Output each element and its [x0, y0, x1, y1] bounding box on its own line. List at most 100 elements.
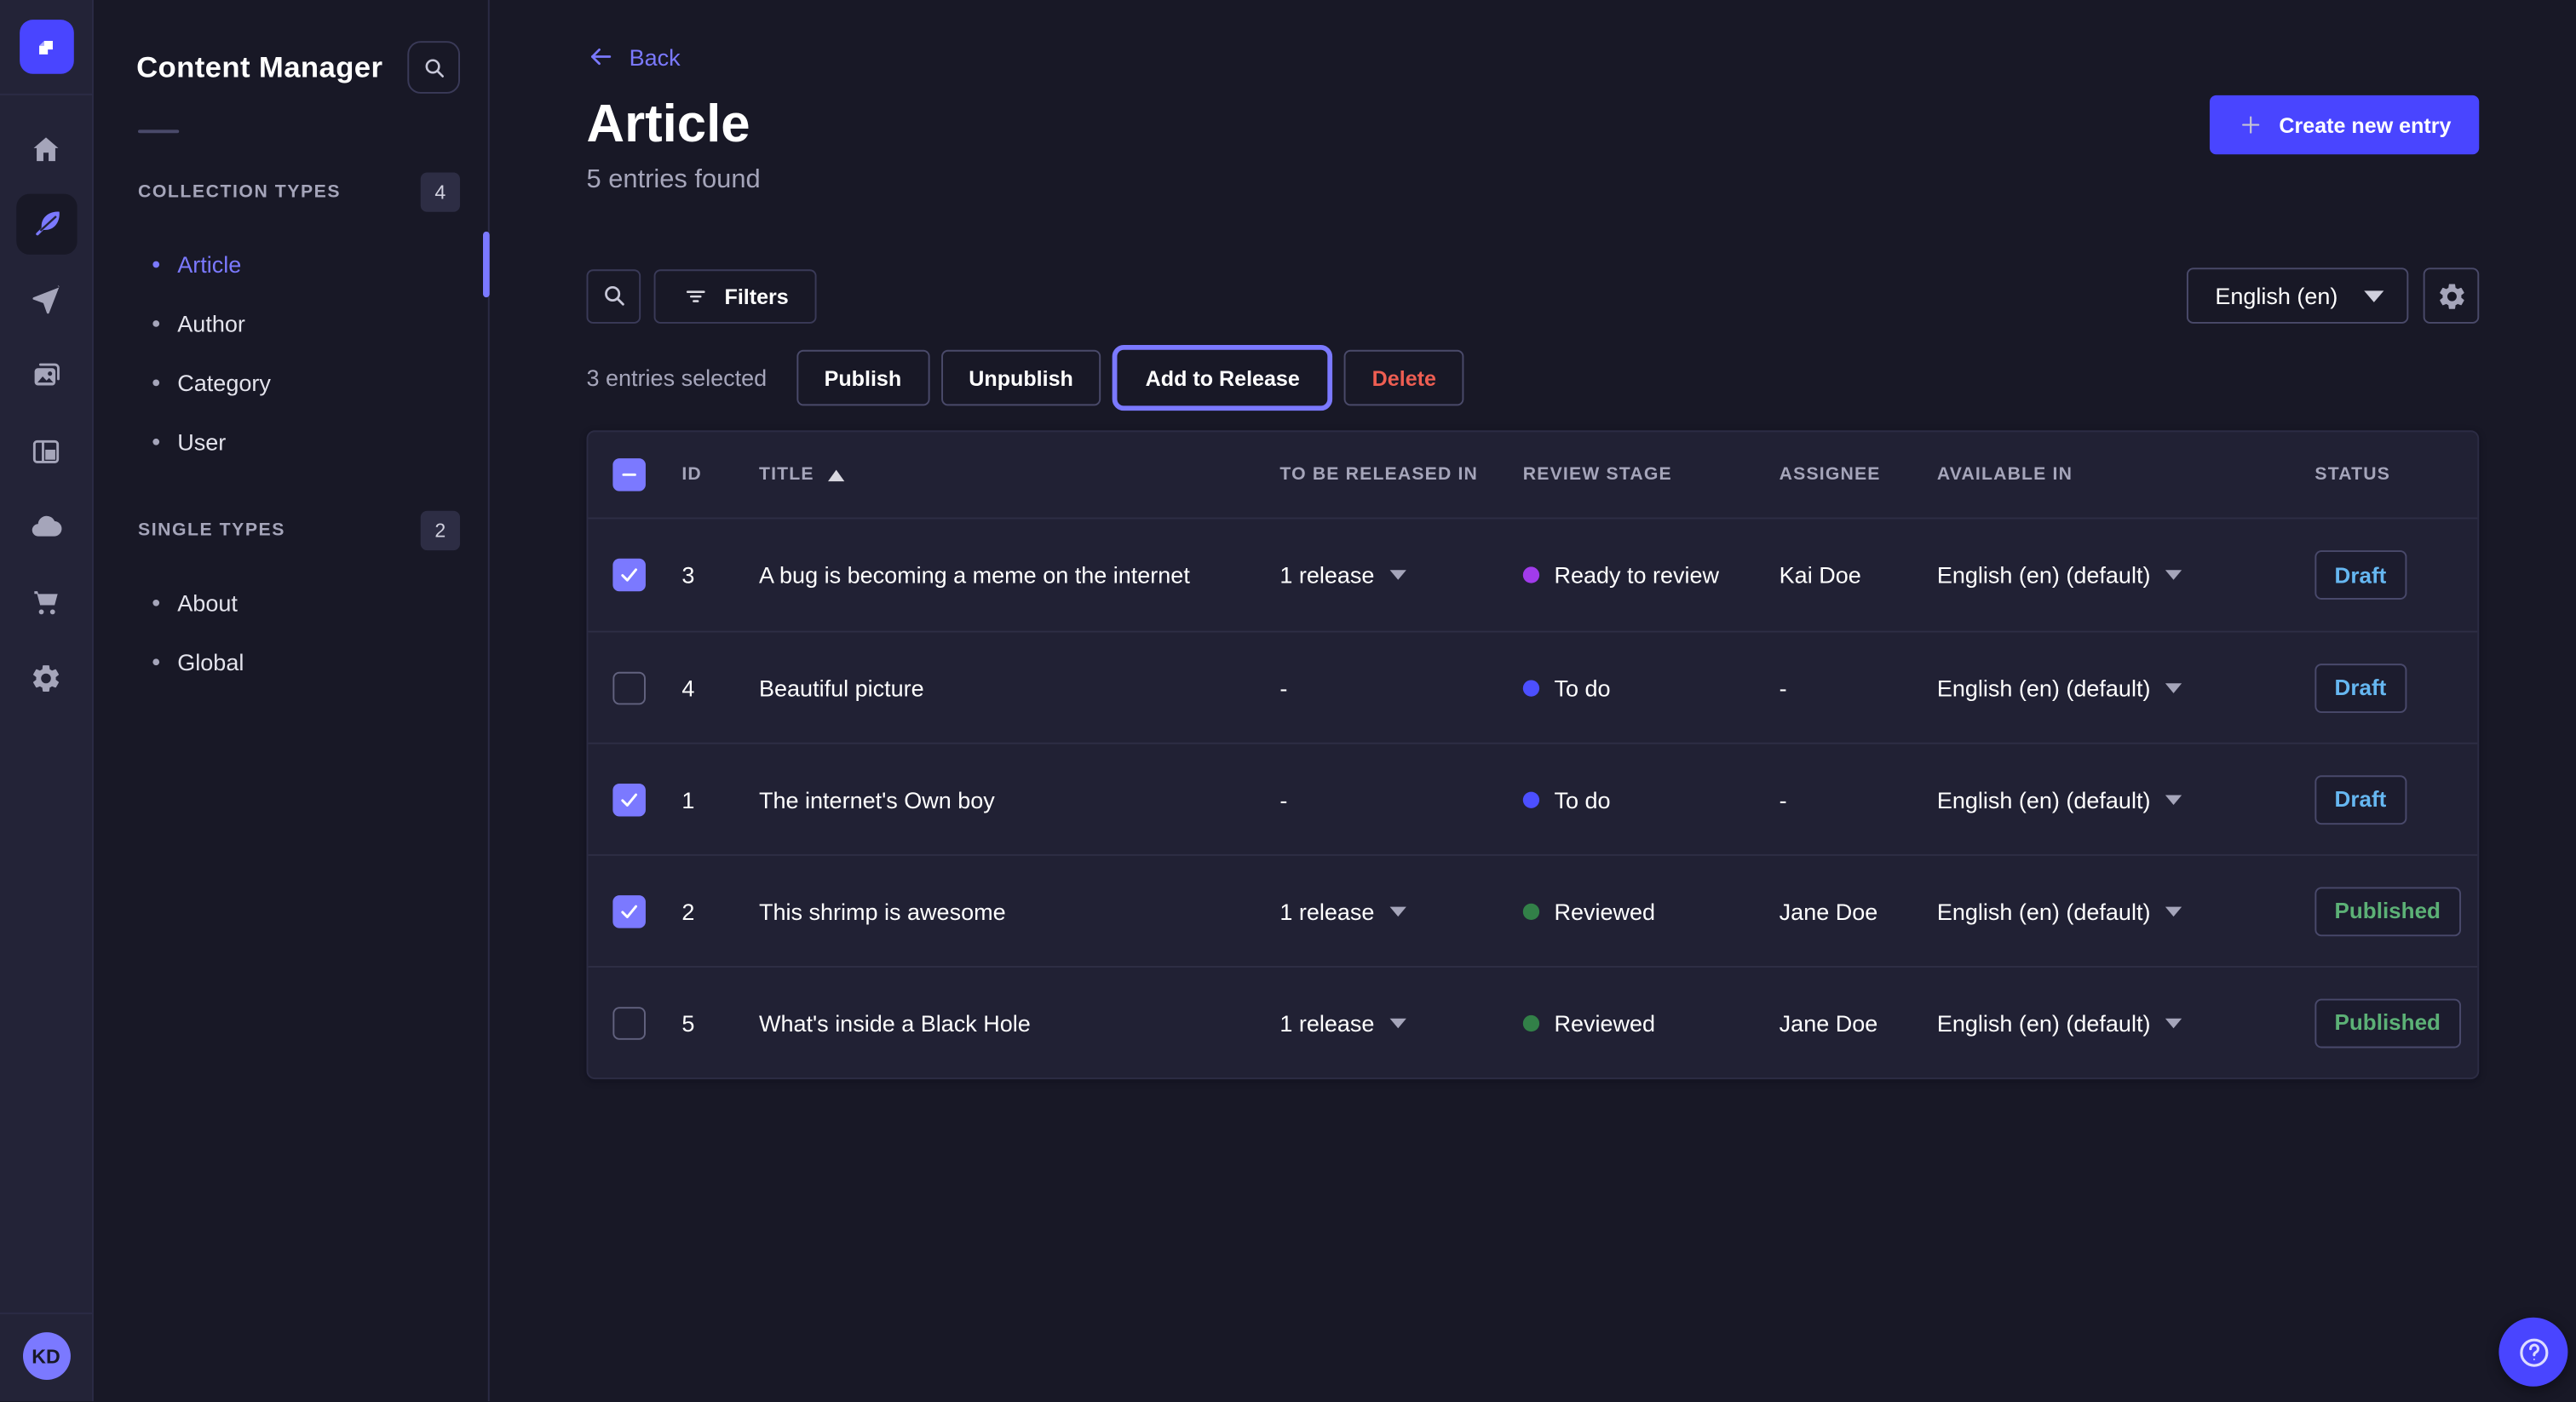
chevron-down-icon[interactable] [2165, 906, 2182, 916]
row-review-stage: Reviewed [1554, 898, 1655, 924]
layout-icon [30, 434, 63, 468]
column-header-title[interactable]: TITLE [759, 465, 1279, 485]
row-release: 1 release [1279, 1009, 1374, 1036]
row-checkbox[interactable] [612, 671, 646, 704]
search-entries-button[interactable] [587, 268, 641, 323]
column-header-assignee[interactable]: ASSIGNEE [1780, 465, 1937, 485]
sidebar-item-article[interactable]: Article [94, 235, 488, 294]
back-link[interactable]: Back [587, 43, 681, 71]
question-icon [2515, 1333, 2552, 1370]
sidebar-item-category[interactable]: Category [94, 353, 488, 412]
row-review-stage: Ready to review [1554, 562, 1719, 589]
view-settings-button[interactable] [2424, 267, 2480, 324]
bullet-icon [152, 261, 159, 268]
rail-item-feather[interactable] [15, 194, 76, 255]
page-title: Article [587, 92, 750, 154]
row-available-in: English (en) (default) [1937, 1009, 2151, 1036]
help-button[interactable] [2498, 1318, 2567, 1387]
select-all-checkbox[interactable] [612, 458, 646, 491]
chevron-down-icon[interactable] [1389, 1018, 1406, 1028]
sidebar-item-user[interactable]: User [94, 412, 488, 471]
column-header-available-in[interactable]: AVAILABLE IN [1937, 465, 2315, 485]
rail-item-home[interactable] [15, 118, 76, 179]
rail-item-layout[interactable] [15, 421, 76, 481]
publish-button[interactable]: Publish [796, 350, 929, 406]
sidebar-search-button[interactable] [407, 41, 460, 94]
rail-item-cart[interactable] [15, 572, 76, 632]
column-header-label: AVAILABLE IN [1937, 465, 2073, 485]
row-checkbox[interactable] [612, 559, 646, 592]
unpublish-button[interactable]: Unpublish [940, 350, 1101, 406]
user-avatar[interactable]: KD [22, 1332, 70, 1380]
column-header-to-be-released-in[interactable]: TO BE RELEASED IN [1279, 465, 1522, 485]
add-to-release-button[interactable]: Add to Release [1118, 350, 1328, 406]
strapi-logo[interactable] [19, 20, 73, 74]
row-checkbox[interactable] [612, 783, 646, 816]
chevron-down-icon[interactable] [2165, 570, 2182, 580]
column-header-review-stage[interactable]: REVIEW STAGE [1523, 465, 1780, 485]
row-review-stage: To do [1554, 786, 1610, 813]
chevron-down-icon[interactable] [1389, 906, 1406, 916]
create-new-entry-button[interactable]: Create new entry [2210, 95, 2479, 154]
sidebar-title: Content Manager [136, 50, 382, 85]
table-row[interactable]: 2This shrimp is awesome1 releaseReviewed… [588, 854, 2477, 966]
row-checkbox[interactable] [612, 894, 646, 928]
row-available-in: English (en) (default) [1937, 562, 2151, 589]
delete-button[interactable]: Delete [1344, 350, 1464, 406]
chevron-down-icon[interactable] [2165, 794, 2182, 804]
sidebar-item-label: Article [177, 251, 241, 278]
sidebar-section-count-badge: 4 [421, 173, 460, 212]
rail-divider [0, 94, 93, 95]
column-header-label: TO BE RELEASED IN [1279, 465, 1478, 485]
sidebar-item-author[interactable]: Author [94, 294, 488, 353]
table-row[interactable]: 4Beautiful picture-To do-English (en) (d… [588, 631, 2477, 743]
row-release: - [1279, 675, 1287, 701]
row-available-in: English (en) (default) [1937, 786, 2151, 813]
column-header-id[interactable]: ID [681, 465, 759, 485]
row-id: 1 [681, 786, 694, 813]
row-title: The internet's Own boy [759, 786, 995, 813]
check-icon [618, 564, 641, 587]
filters-button[interactable]: Filters [654, 268, 817, 323]
content-manager-app: KD Content Manager COLLECTION TYPES 4 Arti… [0, 0, 2576, 1401]
row-release: 1 release [1279, 898, 1374, 924]
column-header-label: STATUS [2314, 465, 2390, 485]
review-stage-dot-icon [1523, 566, 1539, 583]
locale-value: English (en) [2215, 283, 2337, 309]
rail-item-media-library[interactable] [15, 345, 76, 405]
table-row[interactable]: 5What's inside a Black Hole1 releaseRevi… [588, 966, 2477, 1077]
chevron-down-icon[interactable] [2165, 1018, 2182, 1028]
rail-item-send[interactable] [15, 269, 76, 330]
row-assignee: Jane Doe [1780, 898, 1878, 924]
row-checkbox[interactable] [612, 1006, 646, 1039]
sort-ascending-icon [827, 469, 843, 481]
sidebar-section-label: COLLECTION TYPES [138, 182, 341, 202]
row-release: - [1279, 786, 1287, 813]
send-icon [30, 284, 63, 317]
column-header-label: ASSIGNEE [1780, 465, 1881, 485]
gear-icon [2435, 280, 2467, 312]
review-stage-dot-icon [1523, 903, 1539, 919]
chevron-down-icon[interactable] [1389, 570, 1406, 580]
row-id: 5 [681, 1009, 694, 1036]
sidebar-item-global[interactable]: Global [94, 633, 488, 692]
check-icon [618, 899, 641, 922]
indeterminate-dash-icon [619, 465, 639, 485]
row-title: This shrimp is awesome [759, 898, 1006, 924]
rail-item-cloud[interactable] [15, 496, 76, 556]
column-header-label: TITLE [759, 465, 814, 485]
sidebar-divider [138, 129, 179, 133]
chevron-down-icon[interactable] [2165, 682, 2182, 692]
table-header-row: IDTITLE TO BE RELEASED IN REVIEW STAGEASSI… [588, 432, 2477, 519]
locale-select[interactable]: English (en) [2188, 267, 2409, 324]
rail-item-gear[interactable] [15, 647, 76, 708]
column-header-status[interactable]: STATUS [2314, 465, 2452, 485]
table-row[interactable]: 1The internet's Own boy-To do-English (e… [588, 743, 2477, 854]
sidebar-item-label: About [177, 589, 238, 616]
review-stage-dot-icon [1523, 679, 1539, 695]
sidebar-item-about[interactable]: About [94, 573, 488, 632]
table-row[interactable]: 3A bug is becoming a meme on the interne… [588, 519, 2477, 630]
filter-icon [681, 282, 710, 310]
row-id: 3 [681, 562, 694, 589]
sidebar-item-label: Category [177, 370, 271, 396]
